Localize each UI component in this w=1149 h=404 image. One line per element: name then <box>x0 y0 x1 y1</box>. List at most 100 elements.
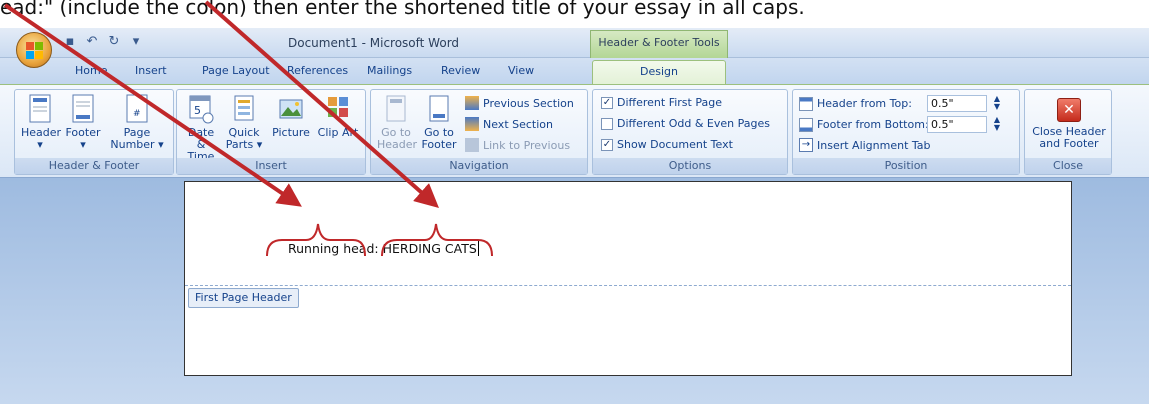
link-to-previous-label: Link to Previous <box>483 138 571 152</box>
checkbox-checked-icon: ✓ <box>601 138 613 151</box>
footer-from-bottom-label: Footer from Bottom: <box>817 118 929 131</box>
date-time-button[interactable]: 5 Date & Time <box>183 94 219 163</box>
different-odd-even-checkbox[interactable]: Different Odd & Even Pages <box>601 117 770 130</box>
alignment-tab-icon: → <box>799 138 813 152</box>
tab-insert[interactable]: Insert <box>135 64 167 77</box>
header-icon <box>29 94 51 123</box>
footer-icon <box>72 94 94 123</box>
office-logo-icon <box>26 42 44 60</box>
group-label: Insert <box>177 158 365 174</box>
tab-page-layout[interactable]: Page Layout <box>202 64 270 77</box>
quick-parts-button[interactable]: Quick Parts ▾ <box>223 94 265 151</box>
first-page-header-tag: First Page Header <box>188 288 299 308</box>
group-navigation: Go to Header Go to Footer Previous Secti… <box>370 89 588 175</box>
group-position: Header from Top: 0.5" ▲ ▼ Footer from Bot… <box>792 89 1020 175</box>
header-from-top-input[interactable]: 0.5" <box>927 95 987 112</box>
picture-icon <box>279 99 303 119</box>
tab-review[interactable]: Review <box>441 64 480 77</box>
footer-button[interactable]: Footer ▾ <box>63 94 103 151</box>
previous-section-icon <box>465 96 479 110</box>
office-button[interactable] <box>16 32 52 68</box>
previous-section-label: Previous Section <box>483 96 574 110</box>
close-icon: ✕ <box>1057 98 1081 122</box>
insert-alignment-tab-button[interactable]: → Insert Alignment Tab <box>799 138 931 152</box>
header-footer-tools-tab: Header & Footer Tools <box>590 30 728 58</box>
go-to-footer-button[interactable]: Go to Footer <box>419 94 459 151</box>
header-button[interactable]: Header ▾ <box>21 94 62 151</box>
instruction-caption: ead:" (include the colon) then enter the… <box>0 0 805 19</box>
footer-from-bottom-control: Footer from Bottom: 0.5" ▲ ▼ <box>799 116 1003 133</box>
ribbon-tabs: Home Insert Page Layout References Maili… <box>0 58 1149 85</box>
clip-art-label: Clip Art <box>317 126 359 139</box>
redo-icon[interactable]: ↻ <box>106 34 122 50</box>
text-cursor <box>477 240 479 256</box>
svg-text:5: 5 <box>194 104 201 117</box>
go-to-header-label: Go to Header <box>377 126 418 151</box>
page-number-button-label: Page Number <box>110 126 155 151</box>
show-document-text-label: Show Document Text <box>617 138 733 151</box>
tab-mailings[interactable]: Mailings <box>367 64 412 77</box>
svg-text:#: # <box>133 109 141 119</box>
footer-button-label: Footer <box>65 126 101 139</box>
customize-chevron-icon[interactable]: ▾ <box>128 34 144 50</box>
running-head-text[interactable]: Running head: HERDING CATS <box>288 240 479 256</box>
header-button-label: Header <box>21 126 62 139</box>
save-icon[interactable]: ▪ <box>62 34 78 50</box>
group-header-footer: Header ▾ Footer ▾ # Page Number ▾ Header… <box>14 89 174 175</box>
header-from-top-label: Header from Top: <box>817 97 912 110</box>
tab-design[interactable]: Design <box>592 60 726 85</box>
next-section-button[interactable]: Next Section <box>465 117 553 131</box>
link-icon <box>465 138 479 152</box>
group-label: Close <box>1025 158 1111 174</box>
go-to-footer-icon <box>429 95 449 122</box>
page-number-icon: # <box>126 94 148 123</box>
running-head-title: HERDING CATS <box>382 241 477 256</box>
go-to-header-icon <box>386 95 406 122</box>
previous-section-button[interactable]: Previous Section <box>465 96 574 110</box>
picture-button[interactable]: Picture <box>271 94 311 139</box>
close-header-footer-button[interactable]: ✕ Close Header and Footer <box>1029 98 1109 150</box>
group-close: ✕ Close Header and Footer Close <box>1024 89 1112 175</box>
group-label: Header & Footer <box>15 158 173 174</box>
checkbox-checked-icon: ✓ <box>601 96 613 109</box>
different-first-page-checkbox[interactable]: ✓ Different First Page <box>601 96 722 109</box>
header-from-top-control: Header from Top: 0.5" ▲ ▼ <box>799 95 1003 112</box>
header-spinner-icon[interactable]: ▲ ▼ <box>991 95 1003 112</box>
tab-home[interactable]: Home <box>75 64 107 77</box>
page-number-button[interactable]: # Page Number ▾ <box>109 94 165 151</box>
group-label: Options <box>593 158 787 174</box>
footer-spinner-icon[interactable]: ▲ ▼ <box>991 116 1003 133</box>
go-to-footer-label: Go to Footer <box>421 126 457 151</box>
group-insert: 5 Date & Time Quick Parts ▾ Picture Clip… <box>176 89 366 175</box>
quick-parts-icon <box>234 95 254 121</box>
go-to-header-button[interactable]: Go to Header <box>377 94 418 151</box>
calendar-clock-icon: 5 <box>189 95 214 124</box>
different-first-page-label: Different First Page <box>617 96 722 109</box>
header-boundary-line <box>185 285 1071 286</box>
show-document-text-checkbox[interactable]: ✓ Show Document Text <box>601 138 733 151</box>
different-odd-even-label: Different Odd & Even Pages <box>617 117 770 130</box>
clip-art-icon <box>328 97 348 117</box>
quick-access-toolbar: ▪ ↶ ↻ ▾ <box>62 34 144 50</box>
group-label: Navigation <box>371 158 587 174</box>
checkbox-unchecked-icon <box>601 117 613 130</box>
next-section-icon <box>465 117 479 131</box>
ribbon: Header ▾ Footer ▾ # Page Number ▾ Header… <box>0 84 1149 178</box>
group-options: ✓ Different First Page Different Odd & E… <box>592 89 788 175</box>
document-page[interactable]: Running head: HERDING CATS First Page He… <box>184 181 1072 376</box>
picture-label: Picture <box>272 126 310 139</box>
clip-art-button[interactable]: Clip Art <box>317 94 359 139</box>
undo-icon[interactable]: ↶ <box>84 34 100 50</box>
running-head-label: Running head: <box>288 241 379 256</box>
next-section-label: Next Section <box>483 117 553 131</box>
footer-from-bottom-input[interactable]: 0.5" <box>927 116 987 133</box>
quick-parts-label: Quick Parts <box>225 126 260 151</box>
footer-from-bottom-icon <box>799 117 813 132</box>
close-header-footer-label: Close Header and Footer <box>1032 125 1106 150</box>
group-label: Position <box>793 158 1019 174</box>
tab-view[interactable]: View <box>508 64 534 77</box>
link-to-previous-button[interactable]: Link to Previous <box>465 138 570 152</box>
insert-alignment-tab-label: Insert Alignment Tab <box>817 138 931 152</box>
header-from-top-icon <box>799 96 813 111</box>
tab-references[interactable]: References <box>287 64 348 77</box>
